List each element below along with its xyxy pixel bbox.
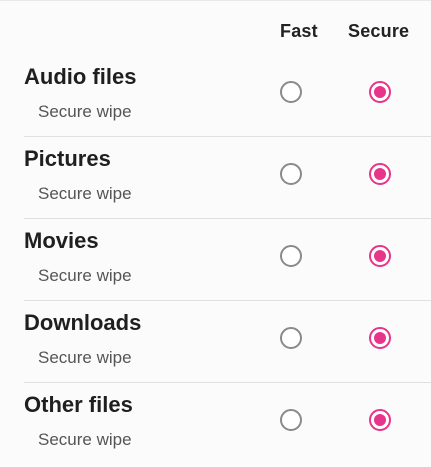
secure-radio-selected[interactable] bbox=[369, 409, 391, 431]
secure-radio-selected[interactable] bbox=[369, 81, 391, 103]
list-item-pictures[interactable]: Pictures Secure wipe bbox=[24, 137, 431, 219]
file-type-list: Audio files Secure wipe Pictures Secure … bbox=[0, 55, 431, 465]
fast-column-label: Fast bbox=[280, 21, 318, 41]
secure-radio-selected[interactable] bbox=[369, 163, 391, 185]
wipe-settings-screen: Fast Secure Audio files Secure wipe Pict… bbox=[0, 0, 431, 467]
secure-radio-selected[interactable] bbox=[369, 327, 391, 349]
item-subtitle: Secure wipe bbox=[38, 348, 132, 367]
item-title: Pictures bbox=[24, 146, 111, 171]
secure-column-label: Secure bbox=[348, 21, 410, 41]
item-subtitle: Secure wipe bbox=[38, 102, 132, 121]
fast-radio[interactable] bbox=[280, 163, 302, 185]
secure-radio-selected[interactable] bbox=[369, 245, 391, 267]
column-header: Fast Secure bbox=[0, 1, 431, 47]
item-subtitle: Secure wipe bbox=[38, 266, 132, 285]
list-item-movies[interactable]: Movies Secure wipe bbox=[24, 219, 431, 301]
fast-radio[interactable] bbox=[280, 81, 302, 103]
list-item-audio-files[interactable]: Audio files Secure wipe bbox=[24, 55, 431, 137]
item-subtitle: Secure wipe bbox=[38, 184, 132, 203]
item-title: Other files bbox=[24, 392, 133, 417]
item-title: Movies bbox=[24, 228, 99, 253]
item-title: Downloads bbox=[24, 310, 142, 335]
item-subtitle: Secure wipe bbox=[38, 430, 132, 449]
fast-radio[interactable] bbox=[280, 245, 302, 267]
item-title: Audio files bbox=[24, 64, 137, 89]
fast-radio[interactable] bbox=[280, 327, 302, 349]
list-item-downloads[interactable]: Downloads Secure wipe bbox=[24, 301, 431, 383]
fast-radio[interactable] bbox=[280, 409, 302, 431]
list-item-other-files[interactable]: Other files Secure wipe bbox=[24, 383, 431, 465]
